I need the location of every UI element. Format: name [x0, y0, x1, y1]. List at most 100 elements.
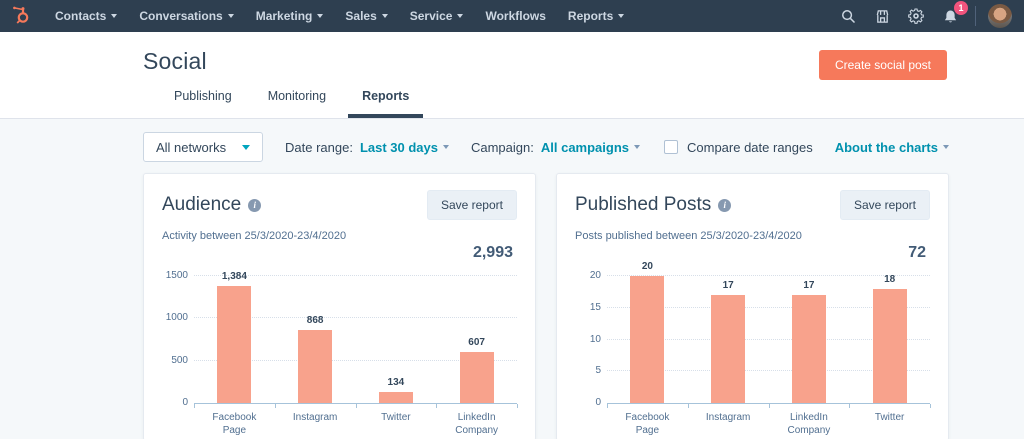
nav-item-label: Sales — [345, 9, 377, 23]
bar-column: 20 — [607, 261, 688, 403]
bar-value-label: 868 — [306, 314, 324, 326]
nav-item-label: Service — [409, 9, 453, 23]
bar-facebook-page[interactable] — [630, 276, 665, 403]
bar-value-label: 18 — [884, 273, 896, 285]
y-axis-tick-label: 1000 — [165, 312, 188, 324]
bar-value-label: 17 — [803, 280, 815, 292]
x-axis-label: LinkedIn Company Page — [787, 412, 831, 439]
nav-item-label: Reports — [567, 9, 614, 23]
nav-item-sales[interactable]: Sales — [334, 0, 398, 32]
nav-item-label: Workflows — [485, 9, 546, 23]
x-axis-labels: Facebook Page Instagram Twitter LinkedIn Co… — [194, 411, 517, 439]
bar-twitter[interactable] — [378, 391, 413, 403]
bar-linkedin-company-page[interactable] — [459, 351, 494, 403]
info-icon[interactable] — [248, 198, 262, 212]
compare-date-ranges-label: Compare date ranges — [687, 139, 813, 155]
info-icon[interactable] — [718, 198, 732, 212]
card-subtitle: Activity between 25/3/2020-23/4/2020 — [162, 230, 347, 242]
chevron-down-icon — [317, 14, 324, 18]
x-axis-tick — [436, 404, 438, 408]
y-axis-tick-label: 0 — [182, 397, 188, 408]
y-axis-tick-label: 20 — [589, 270, 601, 281]
create-social-post-button[interactable]: Create social post — [818, 50, 947, 80]
nav-item-contacts[interactable]: Contacts — [44, 0, 128, 32]
nav-item-marketing[interactable]: Marketing — [245, 0, 335, 32]
notifications-bell-icon[interactable]: 1 — [937, 1, 968, 29]
x-axis-label: Instagram — [292, 412, 338, 423]
bar-wrap: 134 — [378, 377, 413, 403]
hubspot-logo-icon[interactable] — [8, 4, 34, 28]
bar-columns: 20 17 17 18 — [607, 261, 930, 403]
chevron-down-icon — [457, 14, 464, 18]
x-axis-tick — [607, 404, 608, 408]
tab-reports[interactable]: Reports — [348, 89, 424, 118]
bar-value-label: 20 — [641, 261, 653, 272]
chart-plot-area: 0 500 1000 1500 1,384 868 134 607 — [166, 271, 518, 408]
x-axis-label: LinkedIn Company Page — [455, 412, 499, 439]
x-axis-labels: Facebook Page Instagram LinkedIn Company P… — [607, 411, 930, 439]
bar-wrap: 17 — [791, 280, 826, 403]
tab-monitoring[interactable]: Monitoring — [254, 89, 340, 118]
bar-column: 17 — [769, 276, 850, 403]
chart-plot-area: 0 5 10 15 20 20 17 17 18 — [590, 261, 931, 408]
bar-value-label: 134 — [387, 376, 405, 388]
nav-item-label: Contacts — [55, 9, 107, 23]
nav-utilities: 1 — [835, 1, 1012, 29]
campaign-label: Campaign: — [470, 139, 534, 155]
chevron-down-icon — [381, 14, 388, 18]
bar-facebook-page[interactable] — [217, 285, 252, 403]
x-axis-label: Facebook Page — [625, 412, 670, 436]
x-axis-tick — [355, 404, 357, 408]
user-avatar[interactable] — [988, 4, 1012, 28]
save-report-button[interactable]: Save report — [426, 190, 517, 220]
bar-twitter[interactable] — [872, 288, 907, 403]
nav-item-service[interactable]: Service — [399, 0, 475, 32]
card-title: Audience — [162, 194, 242, 215]
nav-menu: Contacts Conversations Marketing Sales S… — [44, 0, 635, 32]
chevron-down-icon — [242, 144, 250, 150]
bar-linkedin-company-page[interactable] — [791, 295, 826, 403]
card-subtitle: Posts published between 25/3/2020-23/4/2… — [575, 230, 802, 242]
bar-column: 17 — [688, 276, 769, 403]
bar-wrap: 18 — [872, 274, 907, 403]
chevron-down-icon — [634, 145, 640, 149]
date-range-label: Date range: — [285, 139, 353, 155]
bar-instagram[interactable] — [298, 329, 333, 403]
nav-item-workflows[interactable]: Workflows — [474, 0, 556, 32]
nav-item-conversations[interactable]: Conversations — [128, 0, 244, 32]
x-axis-tick — [687, 404, 689, 408]
bar-columns: 1,384 868 134 607 — [194, 271, 517, 403]
bar-instagram[interactable] — [711, 295, 746, 403]
chevron-down-icon — [943, 145, 949, 149]
x-axis-tick — [274, 404, 276, 408]
bar-wrap: 607 — [459, 337, 494, 403]
search-icon[interactable] — [835, 3, 861, 29]
page-header: Social Create social post Publishing Mon… — [0, 32, 1024, 119]
bar-wrap: 868 — [298, 315, 333, 403]
tab-publishing[interactable]: Publishing — [160, 89, 246, 118]
marketplace-icon[interactable] — [869, 3, 895, 29]
nav-item-reports[interactable]: Reports — [557, 0, 635, 32]
save-report-button[interactable]: Save report — [839, 190, 930, 220]
card-total-value: 2,993 — [472, 244, 513, 261]
audience-report-card: Audience Save report Activity between 25… — [143, 173, 536, 439]
x-axis-label: Facebook Page — [212, 412, 257, 436]
compare-date-ranges-checkbox[interactable] — [664, 140, 678, 154]
y-axis-tick-label: 15 — [589, 301, 601, 313]
chevron-down-icon — [111, 14, 118, 18]
bar-wrap: 20 — [630, 261, 665, 403]
x-axis-tick — [517, 404, 518, 408]
card-total-value: 72 — [908, 244, 926, 261]
settings-gear-icon[interactable] — [903, 3, 929, 29]
network-filter-select[interactable]: All networks — [143, 132, 263, 162]
bar-column: 868 — [275, 276, 356, 403]
bar-column: 1,384 — [194, 271, 275, 403]
x-axis-tick — [768, 404, 770, 408]
campaign-dropdown[interactable]: All campaigns — [541, 140, 640, 155]
x-axis-label: Twitter — [874, 412, 905, 423]
bar-column: 134 — [356, 276, 437, 403]
bar-column: 607 — [436, 276, 517, 403]
date-range-dropdown[interactable]: Last 30 days — [360, 140, 449, 155]
about-the-charts-link[interactable]: About the charts — [835, 140, 949, 155]
y-axis-tick-label: 10 — [589, 333, 601, 345]
